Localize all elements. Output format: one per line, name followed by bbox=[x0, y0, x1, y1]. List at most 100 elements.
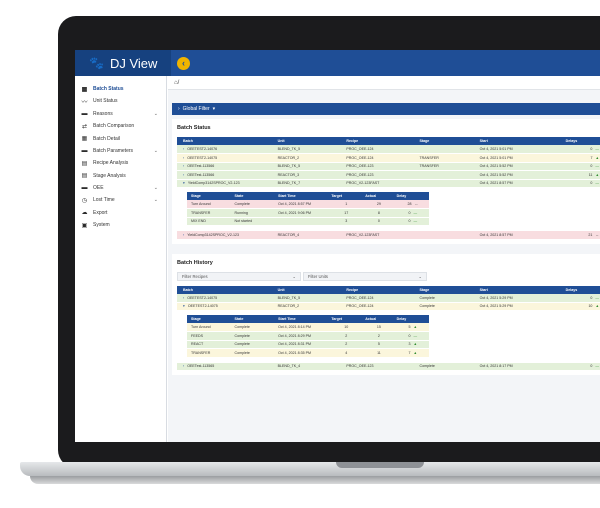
column-header[interactable]: Delay bbox=[392, 315, 429, 323]
column-header[interactable]: Start bbox=[473, 285, 560, 294]
stage-state: Complete bbox=[230, 200, 275, 209]
sidebar-item-batch-parameters[interactable]: ▬ Batch Parameters ⌄ bbox=[75, 146, 166, 156]
chevron-down-icon: ⌄ bbox=[153, 185, 158, 192]
column-header[interactable]: Actual bbox=[361, 192, 393, 200]
filter-units-select[interactable]: Filter Units ⌄ bbox=[303, 271, 427, 281]
column-header[interactable]: Stage bbox=[413, 137, 474, 145]
column-header[interactable]: Target bbox=[327, 315, 362, 323]
sidebar-item-stage-analysis[interactable]: ▤ Stage Analysis bbox=[75, 171, 166, 181]
up-arrow-icon: ▲ bbox=[595, 304, 599, 309]
chevron-right-icon[interactable]: › bbox=[183, 164, 184, 168]
stage-delay: 7 ▲ bbox=[392, 348, 429, 358]
stage-row[interactable]: REACT Complete Oct 4, 2021 8:31 PM 2 5 3 ▲ bbox=[187, 340, 429, 349]
column-header[interactable]: Unit bbox=[271, 137, 341, 145]
delays-cell: 0— bbox=[559, 362, 600, 371]
column-header[interactable]: Delays bbox=[559, 285, 600, 294]
sidebar-item-export[interactable]: ☁ Export bbox=[75, 208, 166, 218]
table-row[interactable]: › OEETest-113565 BLEND_TK_4 PROC_OEE-123 Com… bbox=[177, 362, 600, 371]
stage-row[interactable]: FEEDS Complete Oct 4, 2021 8:29 PM 2 2 0— bbox=[187, 331, 429, 341]
up-arrow-icon: ▲ bbox=[595, 155, 599, 160]
column-header[interactable]: Stage bbox=[187, 315, 231, 323]
laptop-mockup: 🐾 DJ View ‹ ▦ Batch Status 〰 Unit Status ▬ Re… bbox=[0, 0, 600, 508]
column-header[interactable]: Start bbox=[473, 137, 560, 145]
sidebar-item-batch-comparison[interactable]: ⇄ Batch Comparison bbox=[75, 121, 166, 131]
stage-table: Stage State Start Time Target Actual Delay Tur… bbox=[187, 192, 429, 226]
chevron-right-icon[interactable]: › bbox=[183, 147, 184, 151]
breadcrumb: ⌂ / bbox=[168, 76, 600, 90]
column-header[interactable]: Start Time bbox=[274, 315, 328, 323]
sidebar-item-recipe-analysis[interactable]: ▤ Recipe Analysis bbox=[75, 158, 166, 168]
sidebar-item-batch-status[interactable]: ▦ Batch Status bbox=[75, 84, 166, 94]
caret-down-icon[interactable]: ▾ bbox=[183, 181, 185, 185]
table-row[interactable]: › OEETest-113566 REACTOR_3 PROC_OEE-123 Oct … bbox=[177, 170, 600, 180]
laptop-notch bbox=[336, 462, 424, 468]
stage-name: TRANSFER bbox=[187, 208, 231, 218]
batch-cell: › OEETest-113566 bbox=[177, 162, 272, 171]
stage-delay: 28 ↔ bbox=[392, 200, 429, 209]
column-header[interactable]: Recipe bbox=[340, 285, 414, 294]
table-row[interactable]: › YieldComp3142SPROC_V2-123 REACTOR_4 PROC_… bbox=[177, 230, 600, 240]
brand[interactable]: 🐾 DJ View bbox=[75, 50, 171, 76]
table-row[interactable]: › OEETEST2-14075 BLEND_TK_5 PROC_OEE-124 Com… bbox=[177, 293, 600, 303]
recipe-cell: PROC_OEE-123 bbox=[340, 362, 414, 371]
recipe-cell: PROC_OEE-123 bbox=[340, 170, 414, 180]
column-header[interactable]: State bbox=[230, 192, 275, 200]
chevron-left-icon[interactable]: ‹ bbox=[177, 56, 190, 70]
sidebar-item-reasons[interactable]: ▬ Reasons ⌄ bbox=[75, 109, 166, 119]
column-header[interactable]: Start Time bbox=[274, 192, 328, 200]
delays-cell: 11 ▲ bbox=[559, 170, 600, 180]
caret-down-icon[interactable]: ▾ bbox=[183, 304, 185, 308]
table-row[interactable]: ▾ OEETEST2-14075 REACTOR_2 PROC_OEE-124 Comp… bbox=[177, 302, 600, 311]
stage-row[interactable]: Turn Around Complete Oct 4, 2021 8:57 PM 1 2… bbox=[187, 200, 429, 209]
stage-row[interactable]: MIX END Not started 3 0 0— bbox=[187, 217, 429, 226]
global-filter-bar[interactable]: › Global Filter ▾ bbox=[172, 103, 600, 115]
stage-row[interactable]: TRANSFER Complete Oct 4, 2021 8:35 PM 4 11 7 ▲ bbox=[187, 348, 429, 358]
unit-cell: BLEND_TK_7 bbox=[271, 179, 341, 188]
column-header[interactable]: Stage bbox=[413, 285, 474, 294]
sidebar-item-system[interactable]: ▣ System bbox=[75, 220, 166, 230]
sidebar-item-batch-detail[interactable]: ▦ Batch Detail bbox=[75, 134, 166, 144]
sidebar-item-oee[interactable]: ▬ OEE ⌄ bbox=[75, 183, 166, 193]
column-header[interactable]: Batch bbox=[177, 137, 272, 145]
column-header[interactable]: Delay bbox=[392, 192, 429, 200]
delays-cell: 0— bbox=[559, 293, 600, 303]
stage-start: Oct 4, 2021 8:31 PM bbox=[274, 340, 328, 349]
chevron-right-icon[interactable]: › bbox=[183, 156, 184, 160]
stage-detail: Stage State Start Time Target Actual Delay Tur… bbox=[177, 188, 600, 230]
table-row[interactable]: › OEETest-113566 BLEND_TK_5 PROC_OEE-123 TRA… bbox=[177, 162, 600, 171]
sidebar-item-label: Reasons bbox=[93, 110, 113, 117]
dash-icon: — bbox=[595, 147, 599, 151]
sidebar-item-lost-time[interactable]: ◷ Lost Time ⌄ bbox=[75, 195, 166, 205]
table-row[interactable]: › OEETEST2-14075 REACTOR_2 PROC_OEE-124 TRAN… bbox=[177, 153, 600, 163]
sidebar-item-label: Unit Status bbox=[93, 98, 118, 105]
sidebar-item-unit-status[interactable]: 〰 Unit Status bbox=[75, 96, 166, 106]
column-header[interactable]: Actual bbox=[361, 315, 393, 323]
delays-cell: 0— bbox=[559, 162, 600, 171]
column-header[interactable]: State bbox=[230, 315, 275, 323]
stage-row[interactable]: Turn Around Complete Oct 4, 2021 8:14 PM 10… bbox=[187, 323, 429, 332]
stage-target: 2 bbox=[327, 340, 362, 349]
delays-value: 10 bbox=[588, 304, 593, 309]
column-header[interactable]: Recipe bbox=[340, 137, 414, 145]
filter-recipes-select[interactable]: Filter Recipes ⌄ bbox=[177, 271, 301, 281]
dash-icon: — bbox=[413, 210, 418, 215]
stage-start: Oct 4, 2021 8:57 PM bbox=[274, 200, 328, 209]
stage-row[interactable]: TRANSFER Running Oct 4, 2021 9:06 PM 17 8 0— bbox=[187, 208, 429, 218]
table-row[interactable]: ▾ YieldComp3142SPROC_V2-123 BLEND_TK_7 PROC… bbox=[177, 179, 600, 188]
chevron-right-icon: › bbox=[178, 106, 180, 112]
app-screen: 🐾 DJ View ‹ ▦ Batch Status 〰 Unit Status ▬ Re… bbox=[75, 50, 600, 442]
chevron-right-icon[interactable]: › bbox=[183, 364, 184, 368]
delays-cell: 10 ▲ bbox=[559, 302, 600, 311]
table-row[interactable]: › OEETEST2-14076 BLEND_TK_5 PROC_OEE-124 Oct… bbox=[177, 145, 600, 154]
chevron-right-icon[interactable]: › bbox=[183, 173, 184, 177]
unit-cell: REACTOR_3 bbox=[271, 170, 341, 180]
column-header[interactable]: Delays bbox=[559, 137, 600, 145]
chevron-right-icon[interactable]: › bbox=[183, 233, 184, 237]
column-header[interactable]: Unit bbox=[271, 285, 341, 294]
column-header[interactable]: Stage bbox=[187, 192, 231, 200]
history-filters: Filter Recipes ⌄ Filter Units ⌄ bbox=[177, 271, 600, 281]
delays-cell: 0— bbox=[559, 179, 600, 188]
column-header[interactable]: Target bbox=[327, 192, 362, 200]
column-header[interactable]: Batch bbox=[177, 285, 272, 294]
chevron-right-icon[interactable]: › bbox=[183, 296, 184, 300]
